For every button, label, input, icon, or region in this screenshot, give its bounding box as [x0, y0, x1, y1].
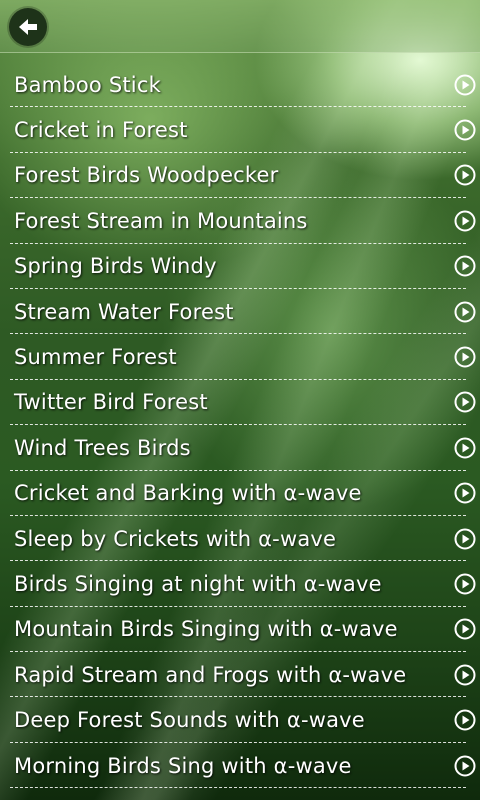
list-item[interactable]: Forest Birds Woodpecker: [0, 153, 480, 199]
list-item[interactable]: Morning Birds Sing with α-wave: [0, 743, 480, 789]
item-title: Bamboo Stick: [14, 72, 161, 97]
item-title: Twitter Bird Forest: [14, 390, 208, 415]
item-title: Mountain Birds Singing with α-wave: [14, 617, 398, 642]
item-title: Forest Birds Woodpecker: [14, 163, 279, 188]
list-item[interactable]: Sleep by Crickets with α-wave: [0, 516, 480, 562]
list-item[interactable]: Mountain Birds Singing with α-wave: [0, 607, 480, 653]
list-item[interactable]: Deep Forest Sounds with α-wave: [0, 697, 480, 744]
play-circle-icon[interactable]: [454, 664, 476, 686]
play-circle-icon[interactable]: [454, 573, 476, 595]
list-item[interactable]: Bamboo Stick: [0, 62, 480, 108]
play-circle-icon[interactable]: [454, 346, 476, 368]
list-item[interactable]: Forest Stream in Mountains: [0, 198, 480, 244]
item-title: Morning Birds Sing with α-wave: [14, 753, 352, 778]
item-title: Wind Trees Birds: [14, 435, 191, 460]
item-title: Birds Singing at night with α-wave: [14, 571, 382, 596]
play-circle-icon[interactable]: [454, 755, 476, 777]
play-circle-icon[interactable]: [454, 210, 476, 232]
item-title: Stream Water Forest: [14, 299, 234, 324]
item-title: Summer Forest: [14, 345, 177, 370]
list-item[interactable]: Stream Water Forest: [0, 289, 480, 335]
play-circle-icon[interactable]: [454, 391, 476, 413]
list-item[interactable]: Spring Birds Windy: [0, 244, 480, 290]
item-title: Cricket and Barking with α-wave: [14, 481, 362, 506]
play-circle-icon[interactable]: [454, 255, 476, 277]
item-title: Sleep by Crickets with α-wave: [14, 526, 337, 551]
play-circle-icon[interactable]: [454, 482, 476, 504]
play-circle-icon[interactable]: [454, 618, 476, 640]
back-arrow-icon: [19, 19, 37, 35]
item-title: Deep Forest Sounds with α-wave: [14, 708, 365, 733]
back-button[interactable]: [9, 8, 47, 46]
play-circle-icon[interactable]: [454, 301, 476, 323]
play-circle-icon[interactable]: [454, 119, 476, 141]
list-item[interactable]: Birds Singing at night with α-wave: [0, 561, 480, 608]
item-title: Rapid Stream and Frogs with α-wave: [14, 662, 407, 687]
top-bar: [0, 0, 480, 53]
item-title: Forest Stream in Mountains: [14, 208, 308, 233]
list-item[interactable]: Twitter Bird Forest: [0, 380, 480, 426]
list-item[interactable]: Rapid Stream and Frogs with α-wave: [0, 652, 480, 698]
list-item[interactable]: Cricket in Forest: [0, 107, 480, 154]
play-circle-icon[interactable]: [454, 437, 476, 459]
play-circle-icon[interactable]: [454, 74, 476, 96]
list-item[interactable]: Summer Forest: [0, 334, 480, 381]
play-circle-icon[interactable]: [454, 528, 476, 550]
item-title: Cricket in Forest: [14, 118, 188, 143]
item-title: Spring Birds Windy: [14, 254, 217, 279]
play-circle-icon[interactable]: [454, 709, 476, 731]
list-item[interactable]: Wind Trees Birds: [0, 425, 480, 471]
play-circle-icon[interactable]: [454, 164, 476, 186]
sound-list: Bamboo Stick Cricket in Forest Forest Bi…: [0, 62, 480, 789]
list-item[interactable]: Cricket and Barking with α-wave: [0, 471, 480, 517]
